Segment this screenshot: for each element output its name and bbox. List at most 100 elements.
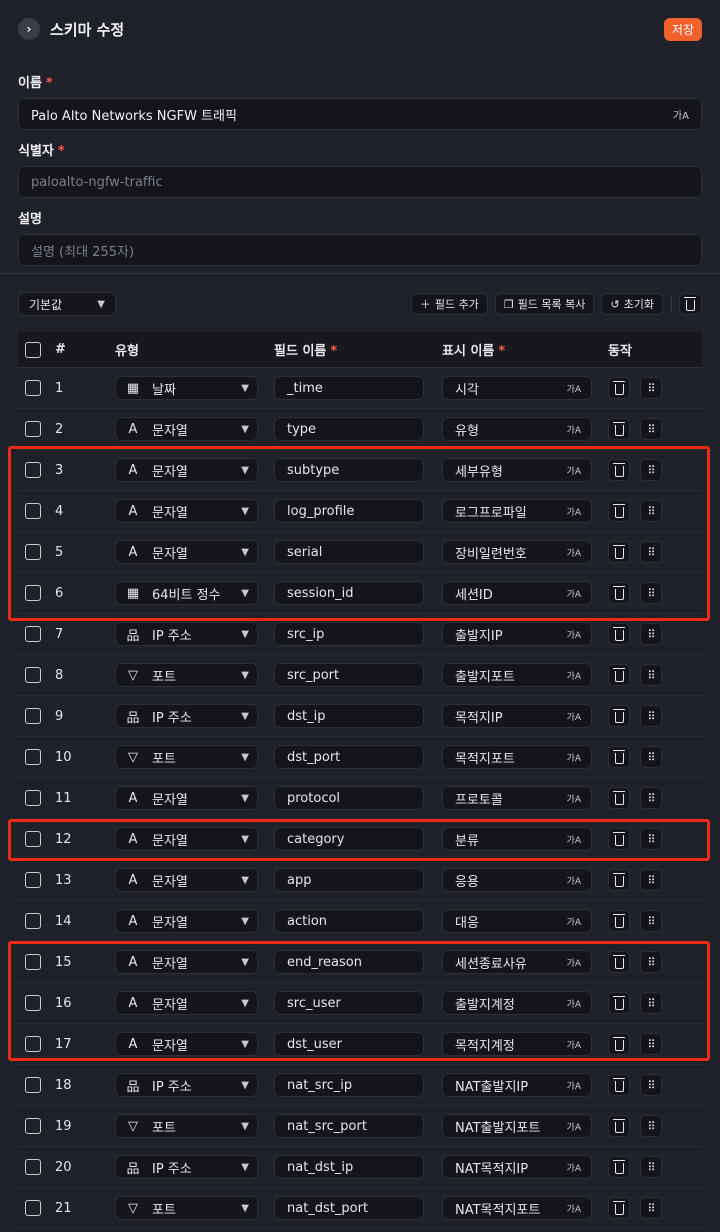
drag-handle[interactable]: ⠿ [640,746,662,768]
field-name-input[interactable]: protocol [274,786,424,810]
add-field-button[interactable]: ＋ 필드 추가 [410,293,488,315]
drag-handle[interactable]: ⠿ [640,500,662,522]
delete-row-button[interactable] [608,500,630,522]
translate-icon[interactable]: 가A [567,423,581,436]
display-name-input[interactable]: NAT출발지IP 가A [442,1073,592,1097]
translate-icon[interactable]: 가A [567,382,581,395]
back-chevron-icon[interactable]: › [18,18,40,40]
translate-icon[interactable]: 가A [567,628,581,641]
translate-icon[interactable]: 가A [567,1161,581,1174]
save-button[interactable]: 저장 [663,17,702,41]
row-checkbox[interactable] [25,749,41,765]
reset-button[interactable]: ↺ 초기화 [601,293,663,315]
translate-icon[interactable]: 가A [567,546,581,559]
drag-handle[interactable]: ⠿ [640,828,662,850]
translate-icon[interactable]: 가A [567,874,581,887]
field-name-input[interactable]: type [274,417,424,441]
translate-icon[interactable]: 가A [567,710,581,723]
type-select[interactable]: ▽ 포트 ▼ [115,745,258,769]
display-name-input[interactable]: 프로토콜 가A [442,786,592,810]
name-input[interactable]: Palo Alto Networks NGFW 트래픽 가A [18,98,702,130]
delete-row-button[interactable] [608,459,630,481]
display-name-input[interactable]: 목적지IP 가A [442,704,592,728]
display-name-input[interactable]: 출발지포트 가A [442,663,592,687]
drag-handle[interactable]: ⠿ [640,1156,662,1178]
row-checkbox[interactable] [25,462,41,478]
field-name-input[interactable]: nat_src_ip [274,1073,424,1097]
type-select[interactable]: A 문자열 ▼ [115,868,258,892]
translate-icon[interactable]: 가A [567,1079,581,1092]
type-select[interactable]: A 문자열 ▼ [115,499,258,523]
field-name-input[interactable]: dst_user [274,1032,424,1056]
display-name-input[interactable]: NAT목적지IP 가A [442,1155,592,1179]
drag-handle[interactable]: ⠿ [640,623,662,645]
field-name-input[interactable]: dst_port [274,745,424,769]
delete-row-button[interactable] [608,541,630,563]
drag-handle[interactable]: ⠿ [640,664,662,686]
delete-row-button[interactable] [608,787,630,809]
row-checkbox[interactable] [25,954,41,970]
row-checkbox[interactable] [25,913,41,929]
row-checkbox[interactable] [25,503,41,519]
type-select[interactable]: A 문자열 ▼ [115,458,258,482]
drag-handle[interactable]: ⠿ [640,541,662,563]
delete-row-button[interactable] [608,869,630,891]
translate-icon[interactable]: 가A [567,751,581,764]
drag-handle[interactable]: ⠿ [640,1197,662,1219]
row-checkbox[interactable] [25,708,41,724]
drag-handle[interactable]: ⠿ [640,377,662,399]
row-checkbox[interactable] [25,585,41,601]
translate-icon[interactable]: 가A [567,1120,581,1133]
field-name-input[interactable]: src_ip [274,622,424,646]
display-name-input[interactable]: 세부유형 가A [442,458,592,482]
type-select[interactable]: A 문자열 ▼ [115,417,258,441]
copy-fields-button[interactable]: ❐ 필드 목록 복사 [494,293,595,315]
row-checkbox[interactable] [25,1200,41,1216]
identifier-input[interactable]: paloalto-ngfw-traffic [18,166,702,198]
display-name-input[interactable]: 시각 가A [442,376,592,400]
translate-icon[interactable]: 가A [567,997,581,1010]
delete-row-button[interactable] [608,951,630,973]
field-name-input[interactable]: app [274,868,424,892]
row-checkbox[interactable] [25,790,41,806]
delete-row-button[interactable] [608,582,630,604]
type-select[interactable]: ▽ 포트 ▼ [115,1196,258,1220]
row-checkbox[interactable] [25,1077,41,1093]
row-checkbox[interactable] [25,380,41,396]
drag-handle[interactable]: ⠿ [640,910,662,932]
type-select[interactable]: 品 IP 주소 ▼ [115,622,258,646]
display-name-input[interactable]: 유형 가A [442,417,592,441]
row-checkbox[interactable] [25,1159,41,1175]
delete-row-button[interactable] [608,1074,630,1096]
type-select[interactable]: A 문자열 ▼ [115,991,258,1015]
field-name-input[interactable]: action [274,909,424,933]
row-checkbox[interactable] [25,544,41,560]
field-name-input[interactable]: src_user [274,991,424,1015]
description-input[interactable]: 설명 (최대 255자) [18,234,702,266]
translate-icon[interactable]: 가A [673,107,689,122]
field-name-input[interactable]: category [274,827,424,851]
drag-handle[interactable]: ⠿ [640,1074,662,1096]
field-name-input[interactable]: src_port [274,663,424,687]
delete-row-button[interactable] [608,992,630,1014]
type-select[interactable]: A 문자열 ▼ [115,909,258,933]
type-select[interactable]: ▽ 포트 ▼ [115,1114,258,1138]
type-select[interactable]: 品 IP 주소 ▼ [115,704,258,728]
field-name-input[interactable]: _time [274,376,424,400]
display-name-input[interactable]: 세션ID 가A [442,581,592,605]
delete-row-button[interactable] [608,664,630,686]
drag-handle[interactable]: ⠿ [640,418,662,440]
translate-icon[interactable]: 가A [567,833,581,846]
delete-row-button[interactable] [608,705,630,727]
type-select[interactable]: A 문자열 ▼ [115,786,258,810]
type-select[interactable]: ▦ 64비트 정수 ▼ [115,581,258,605]
display-name-input[interactable]: NAT출발지포트 가A [442,1114,592,1138]
field-name-input[interactable]: session_id [274,581,424,605]
type-select[interactable]: A 문자열 ▼ [115,950,258,974]
drag-handle[interactable]: ⠿ [640,992,662,1014]
drag-handle[interactable]: ⠿ [640,1033,662,1055]
display-name-input[interactable]: 세션종료사유 가A [442,950,592,974]
translate-icon[interactable]: 가A [567,1038,581,1051]
field-name-input[interactable]: serial [274,540,424,564]
drag-handle[interactable]: ⠿ [640,459,662,481]
